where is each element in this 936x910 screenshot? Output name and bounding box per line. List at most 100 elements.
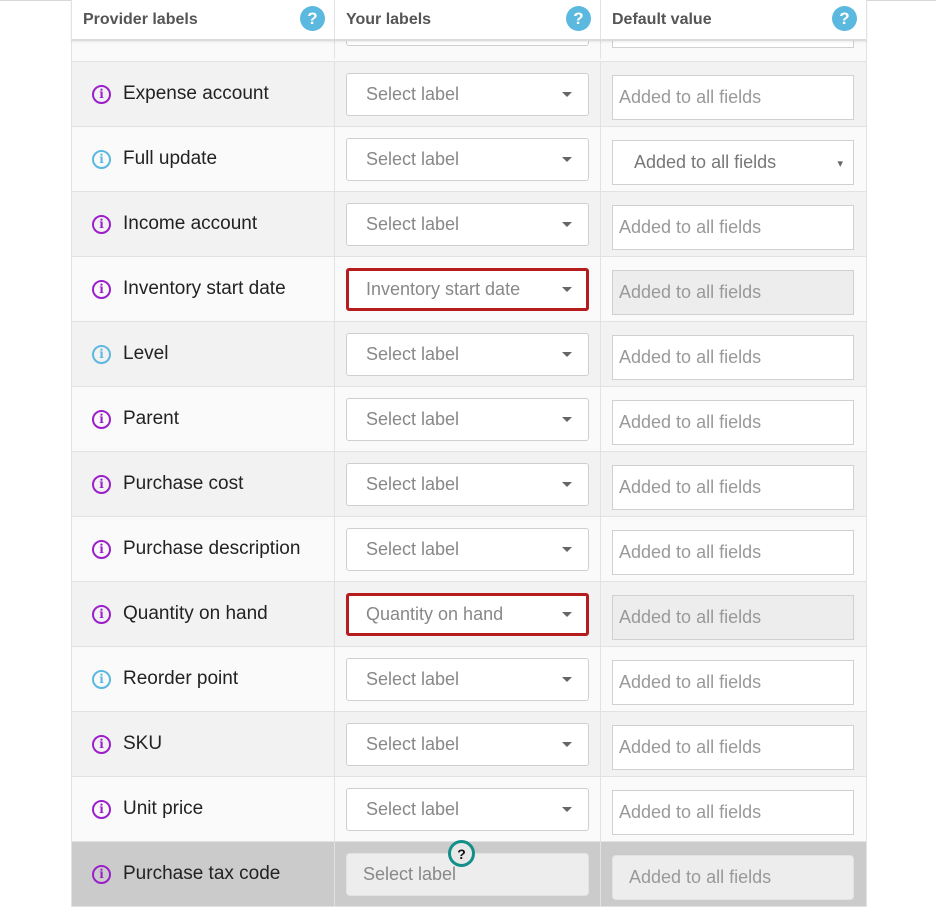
your-label-value: Select label xyxy=(366,539,460,559)
default-value-placeholder: Added to all fields xyxy=(629,867,772,887)
table-row: i Purchase tax code Select label ? Added… xyxy=(71,840,867,907)
default-value-cell: Added to all fields xyxy=(601,777,866,841)
provider-label-cell: i Purchase cost xyxy=(72,452,335,516)
caret-down-icon xyxy=(562,287,572,292)
info-icon[interactable]: i xyxy=(92,344,111,364)
your-label-select[interactable]: Select label xyxy=(346,528,589,571)
table-row: i Unit price Select label Added to all f… xyxy=(71,777,867,842)
header-label: Default value xyxy=(612,10,712,28)
default-value-input[interactable]: Added to all fields xyxy=(612,855,854,900)
info-icon[interactable]: i xyxy=(92,84,111,104)
default-value-placeholder: Added to all fields xyxy=(619,737,762,757)
caret-down-icon xyxy=(562,222,572,227)
default-value-input[interactable]: Added to all fields xyxy=(612,530,854,575)
your-label-value: Select label xyxy=(366,669,460,689)
your-label-cell: Inventory start date xyxy=(335,257,601,321)
table-row: i Quantity on hand Quantity on hand Adde… xyxy=(71,582,867,647)
your-label-value: Select label xyxy=(366,344,460,364)
default-value-input[interactable]: Added to all fields xyxy=(612,725,854,770)
default-value-placeholder: Added to all fields xyxy=(619,477,762,497)
question-circle-icon[interactable]: ? xyxy=(566,6,591,31)
provider-label: Level xyxy=(123,343,169,364)
default-value-input[interactable]: Added to all fields xyxy=(612,400,854,445)
provider-label: Inventory start date xyxy=(123,278,286,299)
your-label-select[interactable]: Select label xyxy=(346,398,589,441)
info-icon[interactable]: i xyxy=(92,604,111,624)
your-label-select[interactable]: Quantity on hand xyxy=(346,593,589,636)
provider-label: Full update xyxy=(123,148,218,169)
default-value-input[interactable]: Added to all fields xyxy=(612,595,854,640)
your-label-select[interactable]: Select label xyxy=(346,723,589,766)
info-icon[interactable]: i xyxy=(92,149,111,169)
question-circle-icon[interactable]: ? xyxy=(832,6,857,31)
table-row: i Full update Select label Added to all … xyxy=(71,127,867,192)
caret-down-icon xyxy=(562,157,572,162)
your-label-value: Select label xyxy=(366,474,460,494)
provider-label: Purchase tax code xyxy=(123,863,281,884)
provider-label-cell: i Purchase tax code xyxy=(72,842,335,906)
your-label-value: Select label xyxy=(366,214,460,234)
default-value-input[interactable]: Added to all fields xyxy=(612,465,854,510)
provider-label: Purchase cost xyxy=(123,473,244,494)
your-label-select[interactable]: Select label xyxy=(346,788,589,831)
your-label-cell: Select label xyxy=(335,452,601,516)
default-value-select[interactable]: Added to all fields ▾ xyxy=(612,140,854,185)
question-circle-icon[interactable]: ? xyxy=(300,6,325,31)
default-value-cell: Added to all fields ▾ xyxy=(601,127,866,191)
table-row: i Purchase cost Select label Added to al… xyxy=(71,452,867,517)
your-label-select[interactable]: Select label xyxy=(346,73,589,116)
default-value-placeholder: Added to all fields xyxy=(619,412,762,432)
header-your-labels: Your labels ? xyxy=(335,0,601,39)
info-icon[interactable]: i xyxy=(92,474,111,494)
provider-label-cell: i Unit price xyxy=(72,777,335,841)
info-icon[interactable]: i xyxy=(92,409,111,429)
your-label-value: Select label xyxy=(366,734,460,754)
your-label-select[interactable]: Select label xyxy=(346,333,589,376)
table-row: i Expense account Select label Added to … xyxy=(71,62,867,127)
default-value-input[interactable]: Added to all fields xyxy=(612,790,854,835)
info-icon[interactable]: i xyxy=(92,279,111,299)
your-label-cell: Select label xyxy=(335,62,601,126)
caret-down-icon xyxy=(562,482,572,487)
table-row: i Reorder point Select label Added to al… xyxy=(71,647,867,712)
default-value-placeholder: Added to all fields xyxy=(619,672,762,692)
default-value-cell: Added to all fields xyxy=(601,842,866,906)
info-icon[interactable]: i xyxy=(92,214,111,234)
default-value-input[interactable]: Added to all fields xyxy=(612,205,854,250)
your-label-select[interactable]: Select label xyxy=(346,138,589,181)
default-value-placeholder: Added to all fields xyxy=(619,282,762,302)
default-value-placeholder: Added to all fields xyxy=(619,542,762,562)
info-icon[interactable]: i xyxy=(92,864,111,884)
default-value-input[interactable]: Added to all fields xyxy=(612,335,854,380)
info-icon[interactable]: i xyxy=(92,734,111,754)
table-row: i Parent Select label Added to all field… xyxy=(71,387,867,452)
your-label-select[interactable]: Select label xyxy=(346,658,589,701)
your-label-value: Quantity on hand xyxy=(366,604,504,624)
provider-label-cell: i Inventory start date xyxy=(72,257,335,321)
default-value-input[interactable]: Added to all fields xyxy=(612,270,854,315)
your-label-select[interactable]: Select label xyxy=(346,463,589,506)
default-value-input[interactable]: Added to all fields xyxy=(612,660,854,705)
default-value-placeholder: Added to all fields xyxy=(619,217,762,237)
default-value-cell: Added to all fields xyxy=(601,647,866,711)
default-value-input[interactable]: Added to all fields xyxy=(612,75,854,120)
provider-label: Parent xyxy=(123,408,179,429)
your-label-select[interactable]: Inventory start date xyxy=(346,268,589,311)
table-row: i Purchase description Select label Adde… xyxy=(71,517,867,582)
default-value-cell: Added to all fields xyxy=(601,712,866,776)
your-label-select[interactable]: Select label xyxy=(346,203,589,246)
caret-down-icon xyxy=(562,547,572,552)
info-icon[interactable]: i xyxy=(92,539,111,559)
your-label-cell: Select label xyxy=(335,387,601,451)
info-icon[interactable]: i xyxy=(92,799,111,819)
your-label-value: Select label xyxy=(366,84,460,104)
default-value-cell: Added to all fields xyxy=(601,452,866,516)
provider-label-cell: i Full update xyxy=(72,127,335,191)
default-value-cell: Added to all fields xyxy=(601,517,866,581)
provider-label: Reorder point xyxy=(123,668,239,689)
your-label-value: Select label xyxy=(366,149,460,169)
question-circle-icon[interactable]: ? xyxy=(448,840,475,867)
info-icon[interactable]: i xyxy=(92,669,111,689)
caret-down-icon xyxy=(562,417,572,422)
header-provider-labels: Provider labels ? xyxy=(72,0,335,39)
